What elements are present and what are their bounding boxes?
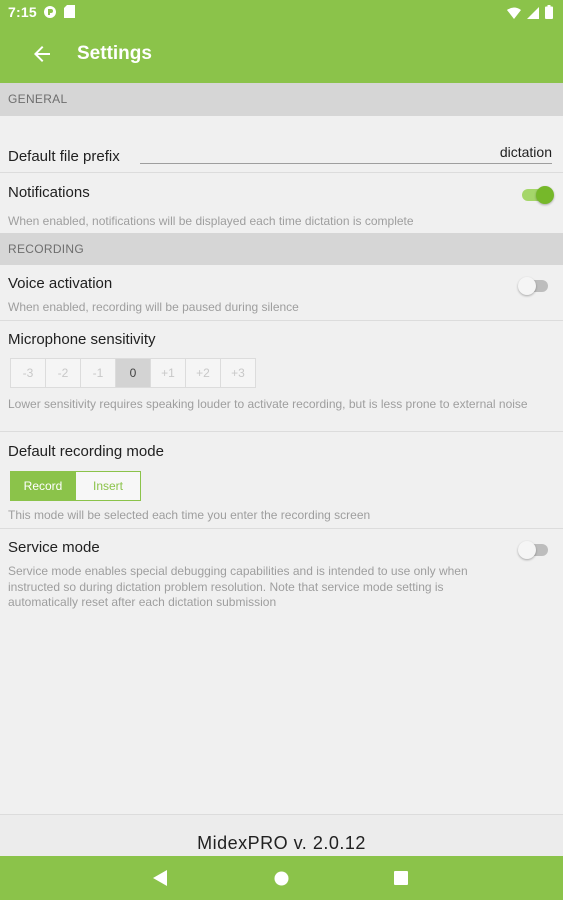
status-time: 7:15 <box>8 4 37 20</box>
voice-activation-description: When enabled, recording will be paused d… <box>8 300 299 314</box>
home-circle-icon[interactable] <box>274 871 289 891</box>
sensitivity-option-plus-2[interactable]: +2 <box>185 358 221 388</box>
switch-thumb <box>518 277 536 295</box>
service-mode-label: Service mode <box>8 539 100 556</box>
microphone-sensitivity-selector: -3 -2 -1 0 +1 +2 +3 <box>10 358 256 388</box>
divider <box>0 528 563 529</box>
default-recording-mode-description: This mode will be selected each time you… <box>8 508 371 522</box>
divider <box>0 172 563 173</box>
switch-thumb <box>518 541 536 559</box>
sd-card-icon <box>64 5 75 18</box>
wifi-icon <box>507 6 521 22</box>
service-mode-switch[interactable] <box>518 541 550 559</box>
sensitivity-option-minus-1[interactable]: -1 <box>80 358 116 388</box>
signal-icon <box>527 6 539 22</box>
switch-thumb <box>536 186 554 204</box>
sensitivity-option-minus-2[interactable]: -2 <box>45 358 81 388</box>
microphone-sensitivity-label: Microphone sensitivity <box>8 331 156 348</box>
back-triangle-icon[interactable] <box>153 870 167 891</box>
battery-icon <box>545 5 553 22</box>
notifications-description: When enabled, notifications will be disp… <box>8 214 414 228</box>
navigation-bar <box>0 856 563 900</box>
recents-square-icon[interactable] <box>394 871 408 890</box>
sensitivity-option-0[interactable]: 0 <box>115 358 151 388</box>
recording-mode-selector: Record Insert <box>10 471 141 501</box>
default-file-prefix-label: Default file prefix <box>8 148 120 165</box>
microphone-sensitivity-description: Lower sensitivity requires speaking loud… <box>8 397 528 411</box>
footer: MidexPRO v. 2.0.12 <box>0 814 563 857</box>
default-recording-mode-label: Default recording mode <box>8 443 164 460</box>
insert-mode-button[interactable]: Insert <box>75 471 141 501</box>
pocket-casts-icon <box>44 5 56 18</box>
sensitivity-option-plus-1[interactable]: +1 <box>150 358 186 388</box>
sensitivity-option-plus-3[interactable]: +3 <box>220 358 256 388</box>
notifications-label: Notifications <box>8 184 90 201</box>
page-title: Settings <box>77 43 152 64</box>
section-header-general: General <box>0 83 563 116</box>
section-header-recording: Recording <box>0 233 563 265</box>
voice-activation-switch[interactable] <box>518 277 550 295</box>
service-mode-description: Service mode enables special debugging c… <box>8 564 468 609</box>
status-bar: 7:15 <box>0 0 563 24</box>
arrow-left-icon[interactable] <box>30 42 54 66</box>
voice-activation-label: Voice activation <box>8 275 113 292</box>
notifications-switch[interactable] <box>522 186 554 204</box>
sensitivity-option-minus-3[interactable]: -3 <box>10 358 46 388</box>
app-version: MidexPRO v. 2.0.12 <box>197 833 366 853</box>
record-mode-button[interactable]: Record <box>10 471 76 501</box>
divider <box>0 320 563 321</box>
status-right-icons <box>507 5 553 22</box>
app-bar: Settings <box>0 24 563 83</box>
default-file-prefix-input[interactable] <box>140 140 552 164</box>
divider <box>0 431 563 432</box>
